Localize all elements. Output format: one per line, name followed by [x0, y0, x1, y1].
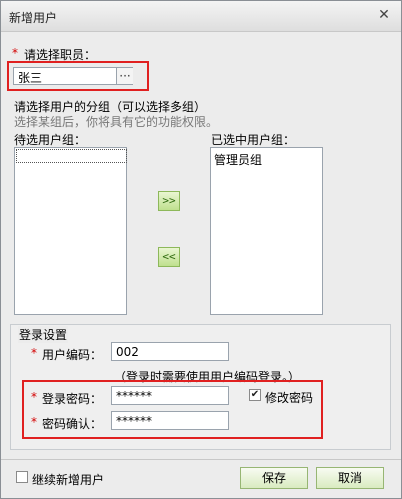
list-focus-indicator [16, 149, 127, 163]
list-item[interactable]: 管理员组 [211, 150, 322, 169]
remove-group-button[interactable]: << [158, 247, 180, 267]
available-groups-label: 待选用户组： [14, 133, 87, 147]
cancel-button[interactable]: 取消 [316, 467, 384, 489]
continue-add-label[interactable]: 继续新增用户 [32, 471, 104, 488]
close-icon[interactable]: ✕ [377, 8, 391, 22]
available-groups-list[interactable] [14, 147, 127, 315]
continue-add-checkbox[interactable] [16, 471, 28, 483]
employee-picker-button[interactable]: ··· [116, 68, 133, 84]
required-mark: * [31, 390, 37, 404]
confirm-password-label: 密码确认： [42, 417, 103, 431]
change-password-checkbox[interactable]: ✔ [249, 389, 261, 401]
user-code-input[interactable]: 002 [111, 342, 229, 361]
add-user-dialog: 新增用户 ✕ * 请选择职员： 张三 ··· 请选择用户的分组（可以选择多组） … [0, 0, 402, 499]
required-mark: * [31, 346, 37, 360]
title-bar: 新增用户 ✕ [1, 1, 401, 32]
selected-groups-label: 已选中用户组： [211, 133, 296, 147]
user-code-label: 用户编码： [42, 348, 103, 362]
required-mark: * [31, 415, 37, 429]
confirm-password-input[interactable]: ****** [111, 411, 229, 430]
password-label: 登录密码： [42, 392, 103, 406]
footer-divider [1, 459, 401, 460]
user-code-value: 002 [116, 345, 139, 359]
login-settings-title: 登录设置 [18, 326, 69, 343]
groups-hint: 选择某组后，你将具有它的功能权限。 [14, 115, 219, 129]
password-value: ****** [116, 389, 152, 403]
required-mark: * [12, 46, 18, 60]
employee-value: 张三 [18, 71, 43, 85]
employee-field[interactable]: 张三 [13, 67, 133, 85]
save-button[interactable]: 保存 [240, 467, 308, 489]
password-input[interactable]: ****** [111, 386, 229, 405]
selected-groups-list[interactable]: 管理员组 [210, 147, 323, 315]
change-password-label[interactable]: 修改密码 [265, 389, 313, 406]
window-title: 新增用户 [9, 11, 58, 25]
add-group-button[interactable]: >> [158, 191, 180, 211]
confirm-password-value: ****** [116, 414, 152, 428]
